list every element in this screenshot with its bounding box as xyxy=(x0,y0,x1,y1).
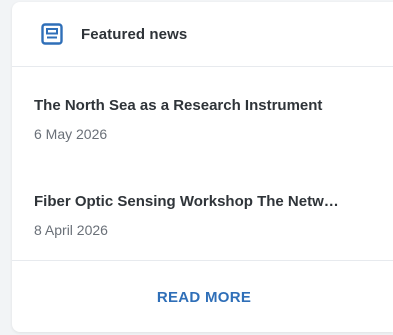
news-title-link[interactable]: The North Sea as a Research Instrument xyxy=(34,96,376,116)
news-list: The North Sea as a Research Instrument 6… xyxy=(12,67,393,261)
news-date: 6 May 2026 xyxy=(34,126,108,142)
news-title-link[interactable]: Fiber Optic Sensing Workshop The Netw… xyxy=(34,192,376,212)
news-item: Fiber Optic Sensing Workshop The Netw… 8… xyxy=(12,164,393,261)
card-footer: READ MORE xyxy=(12,260,393,333)
news-item: The North Sea as a Research Instrument 6… xyxy=(12,67,393,164)
card-title: Featured news xyxy=(81,25,188,43)
news-date: 8 April 2026 xyxy=(34,222,108,238)
card-header: Featured news xyxy=(12,2,393,67)
newspaper-icon xyxy=(40,22,64,46)
featured-news-card: Featured news The North Sea as a Researc… xyxy=(12,2,393,332)
read-more-button[interactable]: READ MORE xyxy=(157,289,251,306)
